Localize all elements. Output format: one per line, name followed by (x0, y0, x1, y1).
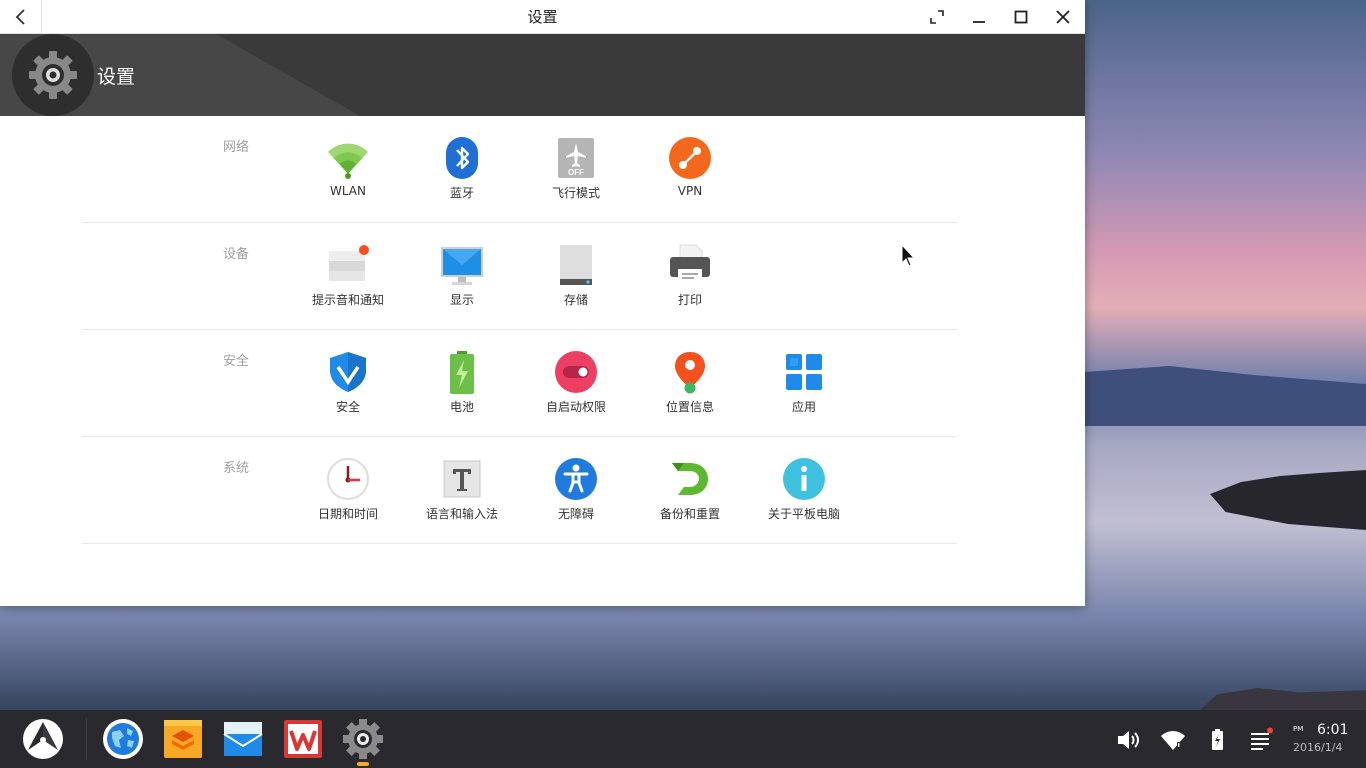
active-app-indicator (357, 762, 369, 766)
setting-item-autostart[interactable]: 自启动权限 (526, 350, 626, 415)
desktop-wallpaper-rocks (1210, 470, 1366, 530)
chevron-left-icon (15, 9, 25, 25)
setting-item-label: 关于平板电脑 (767, 507, 840, 521)
section-system: 系统 日期和时间 语言和输入法 无障碍 备份和重置 关于平板电脑 (82, 437, 957, 544)
storage-icon (560, 245, 592, 285)
mouse-cursor-icon (901, 244, 915, 267)
setting-item-label: 自启动权限 (545, 400, 606, 414)
setting-item-label: VPN (677, 184, 703, 198)
setting-item-label: 无障碍 (557, 507, 594, 521)
setting-item-label: 飞行模式 (551, 186, 600, 200)
svg-text:OFF: OFF (568, 168, 584, 177)
section-device: 设备 提示音和通知 显示 存储 打印 (82, 223, 957, 330)
battery-icon (450, 351, 474, 394)
wifi-icon (328, 143, 368, 179)
browser-globe-icon[interactable] (102, 718, 144, 760)
setting-item-location[interactable]: 位置信息 (640, 350, 740, 415)
section-label: 设备 (223, 247, 250, 262)
setting-item-battery[interactable]: 电池 (412, 350, 512, 415)
setting-item-label: 打印 (677, 293, 702, 307)
printer-icon (670, 244, 710, 283)
close-icon (1056, 10, 1070, 24)
accessibility-icon (555, 458, 597, 500)
start-menu-icon[interactable] (22, 718, 64, 760)
setting-item-label: 安全 (335, 400, 360, 414)
desktop-wallpaper-hill (1085, 366, 1366, 426)
battery-tray-icon[interactable] (1204, 727, 1230, 753)
mail-icon[interactable] (222, 718, 264, 760)
setting-item-storage[interactable]: 存储 (526, 243, 626, 308)
taskbar-divider (86, 718, 87, 760)
wifi-tray-icon[interactable] (1160, 727, 1186, 753)
setting-item-label: 电池 (449, 400, 474, 414)
title-bar: 设置 (0, 0, 1085, 34)
section-label: 网络 (223, 140, 250, 155)
settings-gear-icon[interactable] (342, 718, 384, 760)
setting-item-label: WLAN (329, 184, 366, 198)
clock-time[interactable]: 6:01 (1317, 722, 1348, 738)
setting-item-label: 存储 (563, 293, 588, 307)
clock-icon (327, 458, 369, 500)
expand-icon (930, 10, 944, 24)
minimize-button[interactable] (958, 0, 1000, 34)
notification-icon (329, 245, 369, 281)
setting-item-backup-reset[interactable]: 备份和重置 (640, 457, 740, 522)
setting-item-display[interactable]: 显示 (412, 243, 512, 308)
setting-item-label: 显示 (449, 293, 474, 307)
volume-icon[interactable] (1115, 727, 1141, 753)
settings-content: 网络 WLAN 蓝牙 OFF 飞行模式 VPN 设备 提示音和通知 显示 存储 … (0, 116, 1085, 606)
clock-ampm: PM (1293, 725, 1304, 733)
security-shield-icon (330, 352, 366, 392)
setting-item-sound-notifications[interactable]: 提示音和通知 (298, 243, 398, 308)
setting-item-accessibility[interactable]: 无障碍 (526, 457, 626, 522)
bluetooth-icon (446, 137, 478, 179)
setting-item-language-input[interactable]: 语言和输入法 (412, 457, 512, 522)
setting-item-date-time[interactable]: 日期和时间 (298, 457, 398, 522)
autostart-toggle-icon (555, 351, 597, 393)
setting-item-about-tablet[interactable]: 关于平板电脑 (754, 457, 854, 522)
maximize-icon (1014, 10, 1028, 24)
section-security: 安全 安全 电池 自启动权限 位置信息 应用 (82, 330, 957, 437)
location-pin-icon (675, 352, 705, 394)
setting-item-label: 日期和时间 (317, 507, 378, 521)
section-label: 安全 (223, 354, 250, 369)
file-manager-icon[interactable] (162, 718, 204, 760)
vpn-icon (669, 137, 711, 179)
taskbar: PM 6:01 2016/1/4 (0, 710, 1366, 768)
about-info-icon (783, 458, 825, 500)
airplane-mode-icon: OFF (558, 138, 594, 178)
display-icon (441, 247, 483, 285)
header-title: 设置 (97, 66, 136, 88)
setting-item-label: 语言和输入法 (425, 507, 498, 521)
setting-item-airplane-mode[interactable]: OFF 飞行模式 (526, 136, 626, 201)
section-network: 网络 WLAN 蓝牙 OFF 飞行模式 VPN (82, 116, 957, 223)
setting-item-security[interactable]: 安全 (298, 350, 398, 415)
settings-gear-icon (12, 34, 94, 116)
backup-reset-icon (672, 463, 708, 495)
notifications-tray-icon[interactable] (1248, 727, 1274, 753)
setting-item-wlan[interactable]: WLAN (298, 136, 398, 198)
setting-item-apps[interactable]: 应用 (754, 350, 854, 415)
setting-item-label: 应用 (791, 400, 816, 414)
close-button[interactable] (1042, 0, 1084, 34)
setting-item-label: 备份和重置 (659, 507, 720, 521)
setting-item-printing[interactable]: 打印 (640, 243, 740, 308)
setting-item-label: 位置信息 (665, 400, 714, 414)
clock-date[interactable]: 2016/1/4 (1293, 741, 1342, 754)
maximize-button[interactable] (1000, 0, 1042, 34)
language-text-icon (443, 460, 481, 498)
wps-office-icon[interactable] (282, 718, 324, 760)
settings-header: 设置 (0, 34, 1085, 116)
section-label: 系统 (223, 461, 250, 476)
apps-grid-icon (786, 354, 822, 390)
setting-item-bluetooth[interactable]: 蓝牙 (412, 136, 512, 201)
setting-item-label: 蓝牙 (449, 186, 474, 200)
desktop-wallpaper-shore (1200, 688, 1366, 710)
back-button[interactable] (0, 0, 42, 34)
minimize-icon (973, 21, 985, 23)
setting-item-label: 提示音和通知 (311, 293, 384, 307)
setting-item-vpn[interactable]: VPN (640, 136, 740, 198)
fullscreen-button[interactable] (916, 0, 958, 34)
settings-window: 设置 设置 网络 WLAN 蓝牙 OFF 飞行模式 VPN 设备 提示音和通知 … (0, 0, 1085, 606)
